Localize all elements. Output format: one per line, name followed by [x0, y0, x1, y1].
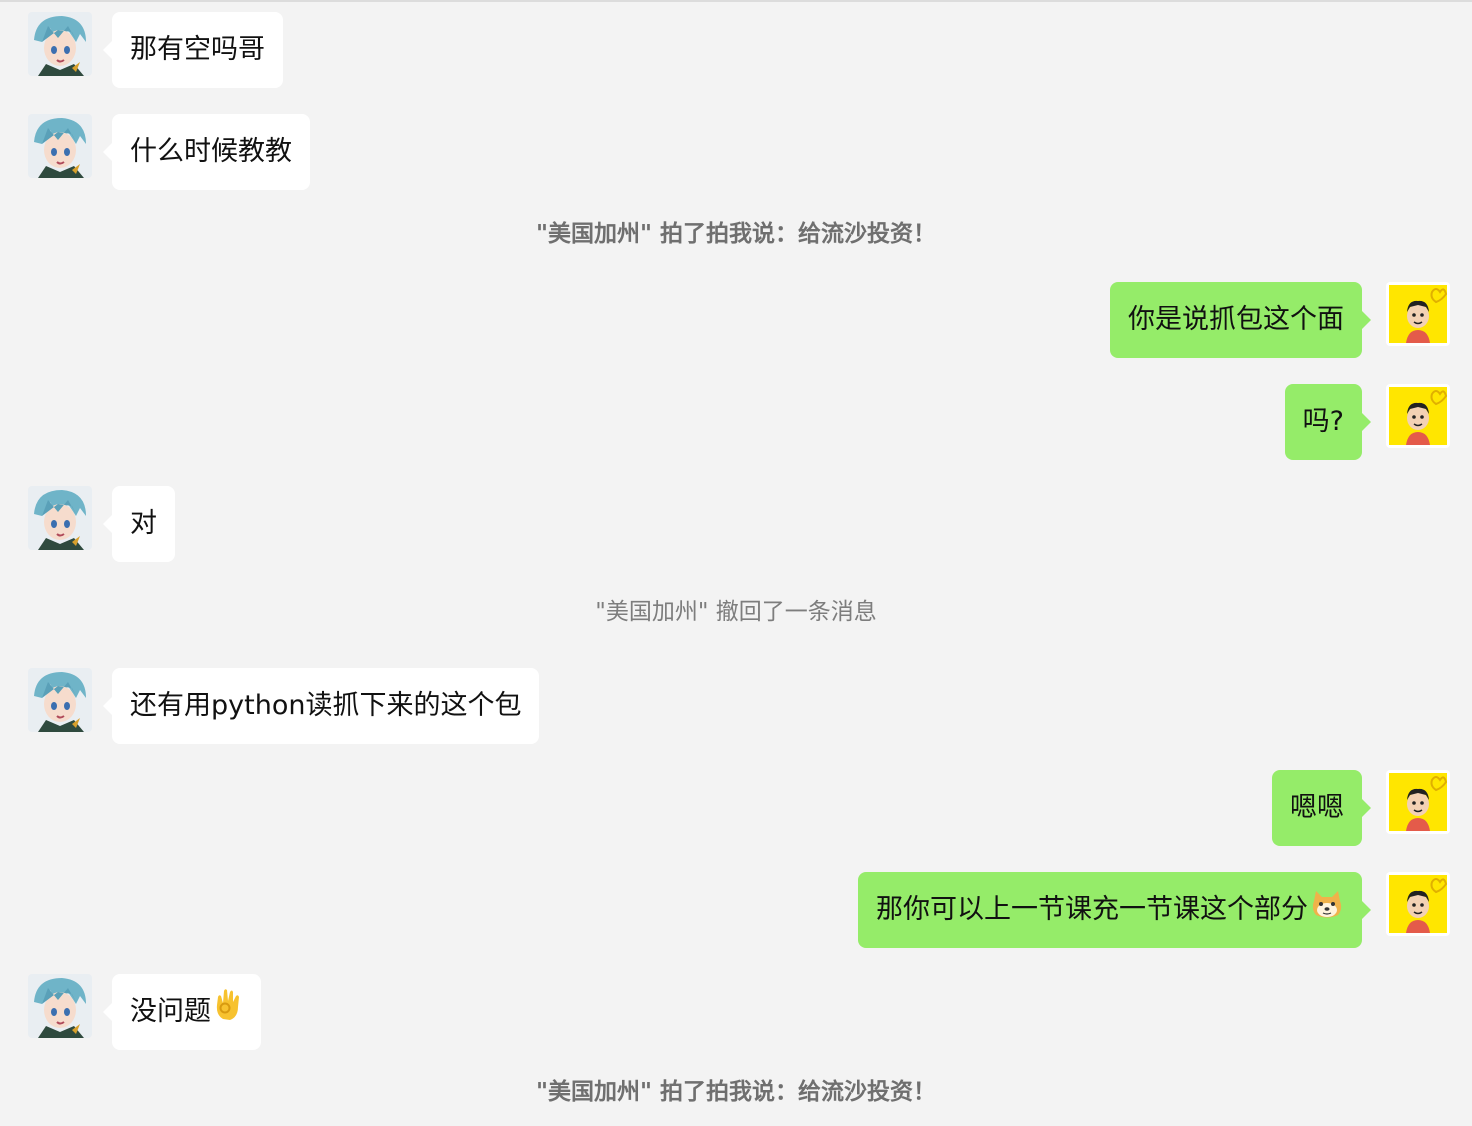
message-bubble-incoming[interactable]: 还有用python读抓下来的这个包	[102, 668, 540, 744]
message-text: 对	[130, 508, 157, 539]
message-text: 那你可以上一节课充一节课这个部分	[876, 894, 1308, 925]
cartoon-avatar-icon[interactable]	[1386, 872, 1450, 936]
message-text: 嗯嗯	[1290, 792, 1344, 823]
message-bubble-incoming[interactable]: 那有空吗哥	[103, 12, 283, 88]
system-notice-pat: "美国加州" 拍了拍我说：给流沙投资！	[536, 1079, 936, 1105]
anime-avatar-icon[interactable]	[28, 12, 92, 76]
message-text: 没问题	[130, 996, 211, 1027]
message-text: 吗?	[1302, 406, 1344, 437]
message-text: 什么时候教教	[130, 136, 292, 167]
anime-avatar-icon[interactable]	[28, 114, 92, 178]
system-notice-recall: "美国加州" 撤回了一条消息	[595, 599, 877, 625]
system-notice-pat: "美国加州" 拍了拍我说：给流沙投资！	[536, 221, 936, 247]
anime-avatar-icon[interactable]	[28, 668, 92, 732]
anime-avatar-icon[interactable]	[28, 486, 92, 550]
message-bubble-incoming[interactable]: 没问题	[103, 974, 261, 1051]
message-text: 那有空吗哥	[130, 34, 265, 65]
message-bubble-outgoing[interactable]: 你是说抓包这个面	[1110, 282, 1371, 358]
cartoon-avatar-icon[interactable]	[1386, 770, 1450, 834]
cartoon-avatar-icon[interactable]	[1386, 282, 1450, 346]
message-bubble-incoming[interactable]: 对	[103, 486, 175, 562]
message-text: 还有用python读抓下来的这个包	[130, 690, 522, 721]
message-bubble-outgoing[interactable]: 那你可以上一节课充一节课这个部分	[858, 872, 1371, 949]
message-bubble-outgoing[interactable]: 嗯嗯	[1272, 770, 1371, 846]
message-bubble-incoming[interactable]: 什么时候教教	[103, 114, 310, 190]
ok-hand-emoji-icon	[213, 975, 243, 1051]
message-text: 你是说抓包这个面	[1128, 304, 1344, 335]
message-bubble-outgoing[interactable]: 吗?	[1284, 384, 1372, 460]
chat-history[interactable]: 那有空吗哥 什么时候教教 "美国加州" 拍了拍我说：给流沙投资！ 你是说抓包这个…	[0, 0, 1472, 1126]
doge-emoji-icon	[1310, 873, 1344, 949]
cartoon-avatar-icon[interactable]	[1386, 384, 1450, 448]
anime-avatar-icon[interactable]	[28, 974, 92, 1038]
